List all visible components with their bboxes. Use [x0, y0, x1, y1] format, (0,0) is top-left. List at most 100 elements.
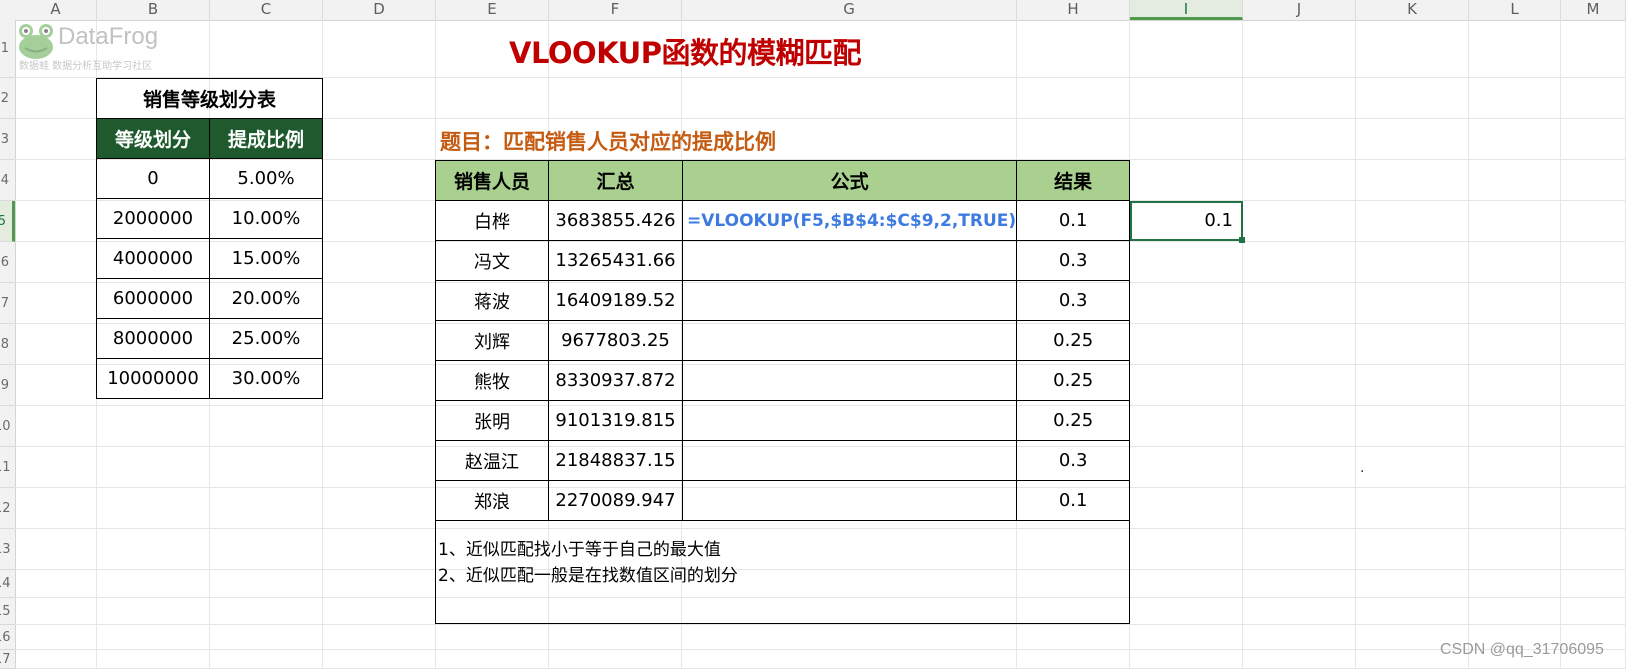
formula-cell[interactable]: =VLOOKUP(F5,$B$4:$C$9,2,TRUE) [681, 200, 1018, 241]
row-header-7[interactable]: 7 [0, 283, 15, 324]
notes-row: 1、近似匹配找小于等于自己的最大值 2、近似匹配一般是在找数值区间的划分 [434, 520, 1131, 624]
row-header-5[interactable]: 5 [0, 201, 15, 242]
formula-cell[interactable] [681, 400, 1018, 441]
grade-rate-cell[interactable]: 20.00% [209, 278, 323, 319]
grade-level-cell[interactable]: 10000000 [96, 358, 210, 399]
table-row: 冯文 13265431.66 0.3 [435, 240, 1131, 281]
column-header-h[interactable]: H [1017, 0, 1130, 20]
column-header-m[interactable]: M [1561, 0, 1626, 20]
gridline-horizontal [15, 649, 1626, 650]
column-header-f[interactable]: F [549, 0, 682, 20]
column-header-a[interactable]: A [15, 0, 97, 20]
result-cell[interactable]: 0.3 [1016, 440, 1131, 481]
row-header-4[interactable]: 4 [0, 160, 15, 201]
grade-header-rate[interactable]: 提成比例 [209, 118, 323, 159]
table-row: 刘辉 9677803.25 0.25 [435, 320, 1131, 361]
row-header-12[interactable]: 12 [0, 488, 15, 529]
column-header-e[interactable]: E [436, 0, 549, 20]
column-header-k[interactable]: K [1356, 0, 1469, 20]
grade-rate-cell[interactable]: 25.00% [209, 318, 323, 359]
total-cell[interactable]: 13265431.66 [548, 240, 683, 281]
fill-handle[interactable] [1239, 237, 1245, 243]
grade-rate-cell[interactable]: 30.00% [209, 358, 323, 399]
salesperson-cell[interactable]: 熊牧 [435, 360, 549, 401]
formula-cell[interactable] [681, 280, 1018, 321]
column-header-b[interactable]: B [97, 0, 210, 20]
logo-name: DataFrog [58, 23, 159, 50]
header-result[interactable]: 结果 [1016, 160, 1131, 201]
column-header-i[interactable]: I [1130, 0, 1243, 20]
salesperson-cell[interactable]: 赵温江 [435, 440, 549, 481]
row-header-15[interactable]: 15 [0, 598, 15, 625]
row-header-6[interactable]: 6 [0, 242, 15, 283]
watermark: CSDN @qq_31706095 [1440, 641, 1604, 658]
salesperson-cell[interactable]: 郑浪 [435, 480, 549, 521]
column-header-g[interactable]: G [682, 0, 1017, 20]
grade-table-title-row: 销售等级划分表 [96, 78, 323, 119]
formula-cell[interactable] [681, 440, 1018, 481]
column-header-c[interactable]: C [210, 0, 323, 20]
row-header-14[interactable]: 14 [0, 570, 15, 598]
table-row: 6000000 20.00% [96, 278, 323, 319]
row-header-8[interactable]: 8 [0, 324, 15, 365]
datafrog-logo: DataFrog 数据蛙 数据分析互助学习社区 [16, 21, 166, 72]
row-header-10[interactable]: 10 [0, 406, 15, 447]
column-header-j[interactable]: J [1243, 0, 1356, 20]
row-header-17[interactable]: 17 [0, 650, 15, 669]
grade-header-level[interactable]: 等级划分 [96, 118, 210, 159]
row-header-11[interactable]: 11 [0, 447, 15, 488]
formula-cell[interactable] [681, 360, 1018, 401]
total-cell[interactable]: 16409189.52 [548, 280, 683, 321]
grade-level-cell[interactable]: 2000000 [96, 198, 210, 239]
row-header-1[interactable]: 1 [0, 20, 15, 78]
row-header-13[interactable]: 13 [0, 529, 15, 570]
formula-cell[interactable] [681, 480, 1018, 521]
total-cell[interactable]: 8330937.872 [548, 360, 683, 401]
grade-rate-cell[interactable]: 10.00% [209, 198, 323, 239]
grade-level-cell[interactable]: 6000000 [96, 278, 210, 319]
salesperson-cell[interactable]: 白桦 [435, 200, 549, 241]
row-header-9[interactable]: 9 [0, 365, 15, 406]
row-header-3[interactable]: 3 [0, 119, 15, 160]
grade-table-title[interactable]: 销售等级划分表 [96, 78, 323, 119]
header-total[interactable]: 汇总 [548, 160, 683, 201]
frog-icon [19, 24, 53, 59]
total-cell[interactable]: 21848837.15 [548, 440, 683, 481]
row-header-2[interactable]: 2 [0, 78, 15, 119]
total-cell[interactable]: 2270089.947 [548, 480, 683, 521]
result-cell[interactable]: 0.25 [1016, 320, 1131, 361]
grade-level-cell[interactable]: 4000000 [96, 238, 210, 279]
grade-table-header-row: 等级划分 提成比例 [96, 118, 323, 159]
grade-rate-cell[interactable]: 15.00% [209, 238, 323, 279]
grade-rate-cell[interactable]: 5.00% [209, 158, 323, 199]
formula-cell[interactable] [681, 320, 1018, 361]
column-header-bar: ABCDEFGHIJKLM [0, 0, 1626, 21]
salesperson-cell[interactable]: 冯文 [435, 240, 549, 281]
column-header-d[interactable]: D [323, 0, 436, 20]
total-cell[interactable]: 9101319.815 [548, 400, 683, 441]
grade-level-cell[interactable]: 0 [96, 158, 210, 199]
table-row: 4000000 15.00% [96, 238, 323, 279]
result-cell[interactable]: 0.1 [1016, 200, 1131, 241]
result-cell[interactable]: 0.3 [1016, 240, 1131, 281]
formula-cell[interactable] [681, 240, 1018, 281]
table-row: 蒋波 16409189.52 0.3 [435, 280, 1131, 321]
result-cell[interactable]: 0.3 [1016, 280, 1131, 321]
header-salesperson[interactable]: 销售人员 [435, 160, 549, 201]
grade-level-cell[interactable]: 8000000 [96, 318, 210, 359]
salesperson-cell[interactable]: 蒋波 [435, 280, 549, 321]
result-cell[interactable]: 0.25 [1016, 400, 1131, 441]
selected-cell[interactable]: 0.1 [1130, 201, 1243, 241]
result-cell[interactable]: 0.1 [1016, 480, 1131, 521]
table-row: 白桦 3683855.426 =VLOOKUP(F5,$B$4:$C$9,2,T… [435, 200, 1131, 241]
total-cell[interactable]: 3683855.426 [548, 200, 683, 241]
notes-cell[interactable]: 1、近似匹配找小于等于自己的最大值 2、近似匹配一般是在找数值区间的划分 [434, 520, 1131, 624]
sales-table: 销售人员 汇总 公式 结果 白桦 3683855.426 =VLOOKUP(F5… [434, 160, 1131, 624]
total-cell[interactable]: 9677803.25 [548, 320, 683, 361]
column-header-l[interactable]: L [1469, 0, 1561, 20]
row-header-16[interactable]: 16 [0, 625, 15, 650]
salesperson-cell[interactable]: 张明 [435, 400, 549, 441]
salesperson-cell[interactable]: 刘辉 [435, 320, 549, 361]
result-cell[interactable]: 0.25 [1016, 360, 1131, 401]
header-formula[interactable]: 公式 [681, 160, 1018, 201]
